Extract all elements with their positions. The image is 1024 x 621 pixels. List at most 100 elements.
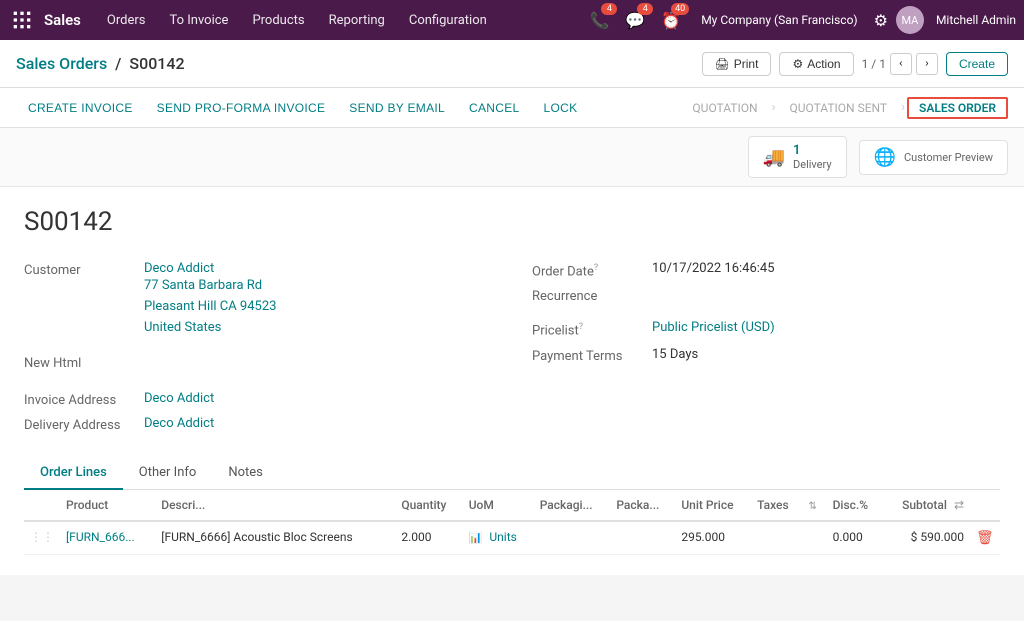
tab-notes[interactable]: Notes xyxy=(212,457,279,490)
user-name: Mitchell Admin xyxy=(936,13,1016,27)
create-invoice-button[interactable]: CREATE INVOICE xyxy=(16,93,145,123)
invoice-address-label: Invoice Address xyxy=(24,391,144,408)
delete-row-icon[interactable]: 🗑 xyxy=(976,530,994,546)
company-name[interactable]: My Company (San Francisco) xyxy=(693,13,865,27)
row-subtotal: $ 590.000 xyxy=(883,521,970,555)
customer-preview-button[interactable]: 🌐 Customer Preview xyxy=(859,140,1008,175)
row-quantity[interactable]: 2.000 xyxy=(395,521,462,555)
prev-page-button[interactable]: ‹ xyxy=(890,53,912,75)
col-description: Descri... xyxy=(155,490,395,521)
chart-icon: 📊 xyxy=(469,531,483,544)
send-proforma-button[interactable]: SEND PRO-FORMA INVOICE xyxy=(145,93,338,123)
delivery-truck-icon: 🚚 xyxy=(763,147,785,168)
recurrence-label: Recurrence xyxy=(532,287,652,304)
row-product-code[interactable]: [FURN_666... xyxy=(60,521,155,555)
page: Sales Orders To Invoice Products Reporti… xyxy=(0,0,1024,621)
col-subtotal: Subtotal ⇄ xyxy=(883,490,970,521)
col-uom: UoM xyxy=(463,490,534,521)
recurrence-row: Recurrence xyxy=(532,283,1000,308)
tab-other-info[interactable]: Other Info xyxy=(123,457,213,490)
row-uom: 📊 Units xyxy=(463,521,534,555)
app-name[interactable]: Sales xyxy=(44,11,81,29)
nav-reporting[interactable]: Reporting xyxy=(319,9,395,32)
customer-label: Customer xyxy=(24,261,144,278)
col-taxes: Taxes xyxy=(751,490,802,521)
subtotal-settings-icon[interactable]: ⇄ xyxy=(954,498,964,512)
order-lines-table-container: Product Descri... Quantity UoM Packagi..… xyxy=(24,490,1000,555)
row-disc xyxy=(803,521,827,555)
send-email-button[interactable]: SEND BY EMAIL xyxy=(337,93,457,123)
order-lines-table: Product Descri... Quantity UoM Packagi..… xyxy=(24,490,1000,555)
table-row: ⋮⋮ [FURN_666... [FURN_6666] Acoustic Blo… xyxy=(24,521,1000,555)
col-product: Product xyxy=(60,490,155,521)
customer-preview-label: Customer Preview xyxy=(904,151,993,164)
order-date-value[interactable]: 10/17/2022 16:46:45 xyxy=(652,261,775,276)
payment-terms-label: Payment Terms xyxy=(532,347,652,364)
delivery-button[interactable]: 🚚 1 Delivery xyxy=(748,136,847,178)
col-packaging-desc: Packagi... xyxy=(534,490,611,521)
delivery-label: Delivery xyxy=(793,158,832,171)
phone-icon[interactable]: 📞 4 xyxy=(585,7,613,34)
clock-icon[interactable]: ⏰ 40 xyxy=(657,7,685,34)
status-quotation[interactable]: QUOTATION xyxy=(680,97,769,119)
status-sales-order[interactable]: SALES ORDER xyxy=(907,97,1008,119)
print-button[interactable]: 🖨 Print xyxy=(702,52,772,76)
col-sort: ⇅ xyxy=(803,490,827,521)
pricelist-label: Pricelist? xyxy=(532,320,652,338)
row-unit-price[interactable]: 295.000 xyxy=(675,521,751,555)
lock-button[interactable]: LOCK xyxy=(532,93,590,123)
pager: 1 / 1 ‹ › xyxy=(862,53,938,75)
pricelist-help[interactable]: ? xyxy=(579,322,583,332)
order-date-help[interactable]: ? xyxy=(594,263,598,273)
status-arrow-2: › xyxy=(901,100,905,115)
invoice-address-row: Invoice Address Deco Addict xyxy=(24,387,492,412)
form-grid: Customer Deco Addict 77 Santa Barbara Rd… xyxy=(24,257,1000,437)
drag-handle[interactable]: ⋮⋮ xyxy=(30,530,54,544)
customer-address-line1: 77 Santa Barbara Rd xyxy=(144,276,276,297)
next-page-button[interactable]: › xyxy=(916,53,938,75)
col-unit-price: Unit Price xyxy=(675,490,751,521)
delivery-count: 1 xyxy=(793,143,800,158)
avatar[interactable]: MA xyxy=(896,6,924,34)
nav-products[interactable]: Products xyxy=(242,9,314,32)
tab-order-lines[interactable]: Order Lines xyxy=(24,457,123,490)
delivery-address-value[interactable]: Deco Addict xyxy=(144,416,214,431)
row-packaging xyxy=(610,521,675,555)
status-quotation-sent[interactable]: QUOTATION SENT xyxy=(777,97,899,119)
status-arrow-1: › xyxy=(772,100,776,115)
globe-icon: 🌐 xyxy=(874,147,896,168)
breadcrumb: Sales Orders / S00142 xyxy=(16,54,185,73)
gear-icon: ⚙ xyxy=(792,57,803,71)
order-date-label: Order Date? xyxy=(532,261,652,279)
customer-name[interactable]: Deco Addict xyxy=(144,261,276,276)
phone-badge: 4 xyxy=(601,3,617,15)
breadcrumb-actions: 🖨 Print ⚙ Action 1 / 1 ‹ › Create xyxy=(702,52,1008,76)
invoice-address-value[interactable]: Deco Addict xyxy=(144,391,214,406)
chat-icon[interactable]: 💬 4 xyxy=(621,7,649,34)
nav-to-invoice[interactable]: To Invoice xyxy=(159,9,238,32)
form-right: Order Date? 10/17/2022 16:46:45 Recurren… xyxy=(532,257,1000,437)
create-button[interactable]: Create xyxy=(946,52,1008,76)
action-button[interactable]: ⚙ Action xyxy=(779,52,853,76)
nav-configuration[interactable]: Configuration xyxy=(399,9,497,32)
pricelist-value[interactable]: Public Pricelist (USD) xyxy=(652,320,775,335)
breadcrumb-parent[interactable]: Sales Orders xyxy=(16,54,107,73)
tabs-bar: Order Lines Other Info Notes xyxy=(24,457,1000,490)
nav-icons: 📞 4 💬 4 ⏰ 40 My Company (San Francisco) … xyxy=(585,6,1016,34)
col-packaging: Packa... xyxy=(610,490,675,521)
cancel-button[interactable]: CANCEL xyxy=(457,93,531,123)
new-html-row: New Html xyxy=(24,350,492,375)
chat-badge: 4 xyxy=(637,3,653,15)
main-form: S00142 Customer Deco Addict 77 Santa Bar… xyxy=(0,187,1024,575)
order-title: S00142 xyxy=(24,207,1000,237)
breadcrumb-current: S00142 xyxy=(129,54,184,73)
form-left: Customer Deco Addict 77 Santa Barbara Rd… xyxy=(24,257,492,437)
nav-orders[interactable]: Orders xyxy=(97,9,156,32)
apps-menu-icon[interactable] xyxy=(8,6,36,34)
sort-icon[interactable]: ⇅ xyxy=(809,501,817,512)
settings-icon[interactable]: ⚙ xyxy=(874,11,888,30)
payment-terms-value[interactable]: 15 Days xyxy=(652,347,698,362)
pricelist-row: Pricelist? Public Pricelist (USD) xyxy=(532,316,1000,342)
row-disc-value[interactable]: 0.000 xyxy=(827,521,883,555)
payment-terms-row: Payment Terms 15 Days xyxy=(532,343,1000,368)
